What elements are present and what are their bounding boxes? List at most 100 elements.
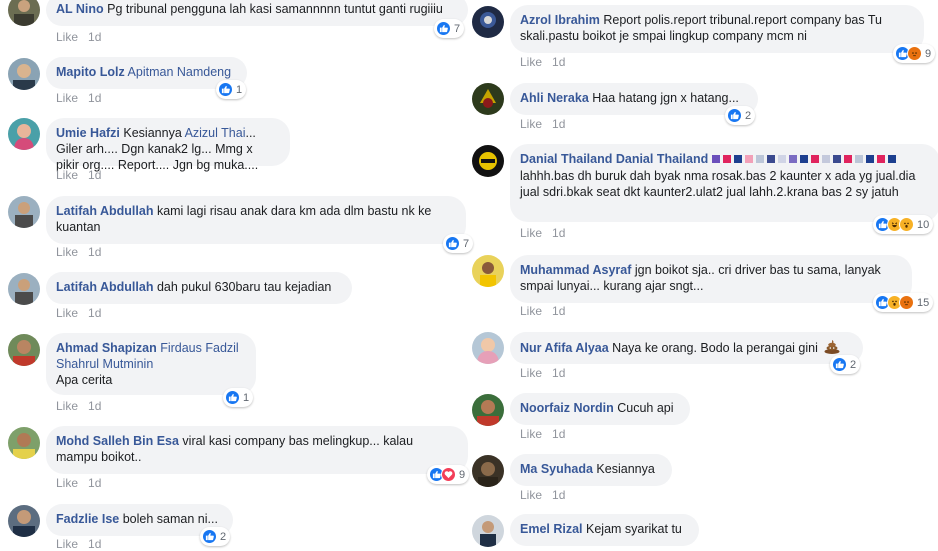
like-reaction-icon bbox=[727, 108, 742, 123]
reaction-summary[interactable]: 9 bbox=[427, 465, 470, 484]
like-link[interactable]: Like bbox=[56, 30, 78, 44]
reaction-summary[interactable]: 7 bbox=[434, 19, 465, 38]
avatar[interactable] bbox=[8, 118, 40, 150]
timestamp[interactable]: 1d bbox=[552, 117, 565, 131]
comment-author[interactable]: Latifah Abdullah bbox=[56, 204, 153, 218]
wow-reaction-icon bbox=[899, 217, 914, 232]
reaction-summary[interactable]: 15 bbox=[873, 293, 934, 312]
comment-text: Haa hatang jgn x hatang... bbox=[592, 91, 739, 105]
comment-bubble: Nur Afifa Alyaa Naya ke orang. Bodo la p… bbox=[510, 332, 863, 364]
tagged-user[interactable]: Apitman Namdeng bbox=[128, 65, 232, 79]
comment-bubble: Danial Thailand Danial Thailand lahhh.ba… bbox=[510, 144, 938, 222]
comment-author[interactable]: Fadzlie Ise bbox=[56, 512, 119, 526]
comment-author[interactable]: Nur Afifa Alyaa bbox=[520, 341, 609, 355]
reaction-count: 1 bbox=[243, 391, 250, 404]
like-link[interactable]: Like bbox=[520, 117, 542, 131]
like-link[interactable]: Like bbox=[520, 488, 542, 502]
comment-actions: Like 1d bbox=[520, 55, 565, 69]
timestamp[interactable]: 1d bbox=[88, 245, 101, 259]
comment-author[interactable]: Noorfaiz Nordin bbox=[520, 401, 614, 415]
comment-actions: Like 1d bbox=[56, 91, 101, 105]
avatar[interactable] bbox=[472, 6, 504, 38]
reaction-summary[interactable]: 1 bbox=[223, 388, 254, 407]
timestamp[interactable]: 1d bbox=[88, 168, 101, 182]
like-link[interactable]: Like bbox=[520, 366, 542, 380]
comment-author[interactable]: Muhammad Asyraf bbox=[520, 263, 631, 277]
reaction-summary[interactable]: 9 bbox=[893, 44, 936, 63]
avatar[interactable] bbox=[472, 145, 504, 177]
reaction-count: 2 bbox=[745, 109, 752, 122]
comment-author[interactable]: Latifah Abdullah bbox=[56, 280, 153, 294]
like-reaction-icon bbox=[225, 390, 240, 405]
timestamp[interactable]: 1d bbox=[552, 427, 565, 441]
timestamp[interactable]: 1d bbox=[88, 306, 101, 320]
comment-bubble: Ahmad Shapizan Firdaus Fadzil Shahrul Mu… bbox=[46, 333, 256, 395]
avatar[interactable] bbox=[472, 455, 504, 487]
comment-author[interactable]: Mapito Lolz bbox=[56, 65, 125, 79]
comment-actions: Like 1d bbox=[56, 537, 101, 551]
reaction-summary[interactable]: 2 bbox=[200, 527, 231, 546]
like-link[interactable]: Like bbox=[520, 55, 542, 69]
timestamp[interactable]: 1d bbox=[88, 537, 101, 551]
avatar[interactable] bbox=[472, 255, 504, 287]
avatar[interactable] bbox=[472, 394, 504, 426]
avatar[interactable] bbox=[8, 273, 40, 305]
timestamp[interactable]: 1d bbox=[552, 55, 565, 69]
comment-text: boleh saman ni... bbox=[122, 512, 218, 526]
like-link[interactable]: Like bbox=[56, 168, 78, 182]
like-link[interactable]: Like bbox=[56, 306, 78, 320]
comment-bubble: Umie Hafzi Kesiannya Azizul Thai... Gile… bbox=[46, 118, 290, 172]
timestamp[interactable]: 1d bbox=[552, 304, 565, 318]
avatar[interactable] bbox=[8, 505, 40, 537]
comment-author[interactable]: AL Nino bbox=[56, 2, 104, 16]
comment-author[interactable]: Umie Hafzi bbox=[56, 126, 120, 140]
timestamp[interactable]: 1d bbox=[552, 226, 565, 240]
avatar[interactable] bbox=[8, 0, 40, 26]
like-link[interactable]: Like bbox=[520, 226, 542, 240]
comment-author[interactable]: Azrol Ibrahim bbox=[520, 13, 600, 27]
like-link[interactable]: Like bbox=[520, 304, 542, 318]
comment-text: lahhh.bas dh buruk dah byak nma rosak.ba… bbox=[520, 168, 916, 199]
timestamp[interactable]: 1d bbox=[552, 488, 565, 502]
comment-actions: Like 1d bbox=[56, 306, 101, 320]
avatar[interactable] bbox=[8, 196, 40, 228]
timestamp[interactable]: 1d bbox=[88, 30, 101, 44]
comment-author[interactable]: Danial Thailand Danial Thailand bbox=[520, 152, 708, 166]
avatar[interactable] bbox=[472, 83, 504, 115]
reaction-summary[interactable]: 2 bbox=[830, 355, 861, 374]
comment-actions: Like 1d bbox=[520, 304, 565, 318]
timestamp[interactable]: 1d bbox=[552, 366, 565, 380]
comment-bubble: Azrol Ibrahim Report polis.report tribun… bbox=[510, 5, 924, 53]
tagged-user[interactable]: Azizul Thai bbox=[185, 126, 246, 140]
reaction-summary[interactable]: 2 bbox=[725, 106, 756, 125]
avatar[interactable] bbox=[8, 427, 40, 459]
reaction-count: 10 bbox=[917, 218, 930, 231]
comment-bubble: Mohd Salleh Bin Esa viral kasi company b… bbox=[46, 426, 468, 474]
reaction-count: 1 bbox=[236, 83, 243, 96]
comment-author[interactable]: Mohd Salleh Bin Esa bbox=[56, 434, 179, 448]
like-link[interactable]: Like bbox=[56, 245, 78, 259]
comment-author[interactable]: Ma Syuhada bbox=[520, 462, 593, 476]
like-link[interactable]: Like bbox=[56, 537, 78, 551]
reaction-summary[interactable]: 10 bbox=[873, 215, 934, 234]
comment-bubble: Emel Rizal Kejam syarikat tu bbox=[510, 514, 699, 546]
like-link[interactable]: Like bbox=[520, 427, 542, 441]
comment-author[interactable]: Ahli Neraka bbox=[520, 91, 589, 105]
reaction-summary[interactable]: 7 bbox=[443, 234, 474, 253]
avatar[interactable] bbox=[472, 515, 504, 547]
timestamp[interactable]: 1d bbox=[88, 476, 101, 490]
reaction-summary[interactable]: 1 bbox=[216, 80, 247, 99]
like-link[interactable]: Like bbox=[56, 91, 78, 105]
timestamp[interactable]: 1d bbox=[88, 399, 101, 413]
like-reaction-icon bbox=[436, 21, 451, 36]
avatar[interactable] bbox=[8, 334, 40, 366]
avatar[interactable] bbox=[472, 332, 504, 364]
comment-author[interactable]: Emel Rizal bbox=[520, 522, 583, 536]
like-link[interactable]: Like bbox=[56, 399, 78, 413]
comment-text: Apa cerita bbox=[56, 373, 113, 387]
like-link[interactable]: Like bbox=[56, 476, 78, 490]
comment-author[interactable]: Ahmad Shapizan bbox=[56, 341, 157, 355]
avatar[interactable] bbox=[8, 58, 40, 90]
timestamp[interactable]: 1d bbox=[88, 91, 101, 105]
comment-text: Kejam syarikat tu bbox=[586, 522, 682, 536]
